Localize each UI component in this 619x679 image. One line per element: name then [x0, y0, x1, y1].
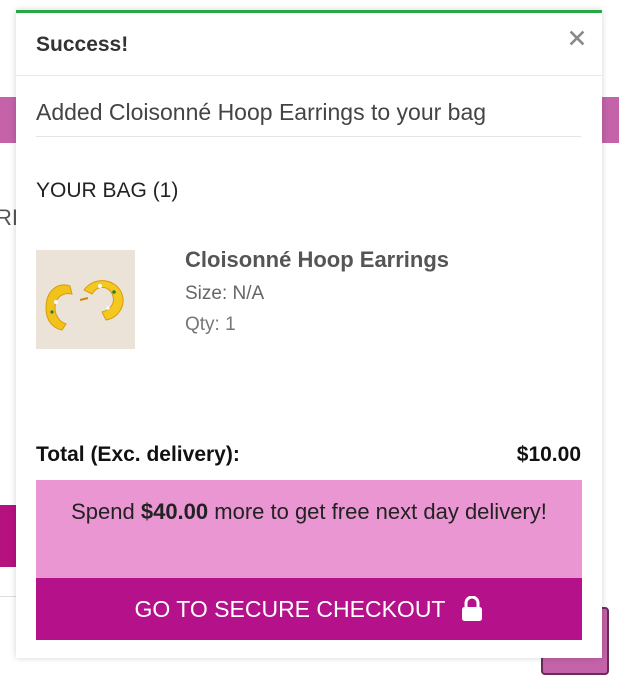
success-toast: Success! Added Cloisonné Hoop Earrings t… [16, 10, 602, 658]
toast-title: Success! [36, 33, 129, 56]
close-button[interactable] [566, 27, 590, 51]
close-icon [569, 30, 585, 46]
total-row: Total (Exc. delivery): $10.00 [36, 443, 581, 467]
total-value: $10.00 [516, 443, 581, 466]
promo-amount: $40.00 [140, 499, 209, 524]
product-image[interactable] [36, 250, 135, 349]
background-divider [0, 596, 16, 597]
lock-icon [462, 596, 483, 621]
toast-message: Added Cloisonné Hoop Earrings to your ba… [36, 99, 581, 137]
item-qty: Qty: 1 [185, 314, 236, 335]
checkout-label: GO TO SECURE CHECKOUT [134, 595, 446, 622]
background-button[interactable] [0, 505, 16, 567]
toast-header: Success! [16, 13, 602, 76]
promo-prefix: Spend [71, 499, 141, 524]
total-label: Total (Exc. delivery): [36, 443, 240, 466]
promo-suffix: more to get free next day delivery! [208, 499, 547, 524]
free-delivery-promo: Spend $40.00 more to get free next day d… [36, 480, 582, 578]
secure-checkout-button[interactable]: GO TO SECURE CHECKOUT [36, 578, 582, 640]
bag-heading: YOUR BAG (1) [36, 179, 179, 202]
earrings-photo-icon [36, 250, 135, 349]
item-size: Size: N/A [185, 283, 265, 304]
item-name[interactable]: Cloisonné Hoop Earrings [185, 247, 449, 273]
